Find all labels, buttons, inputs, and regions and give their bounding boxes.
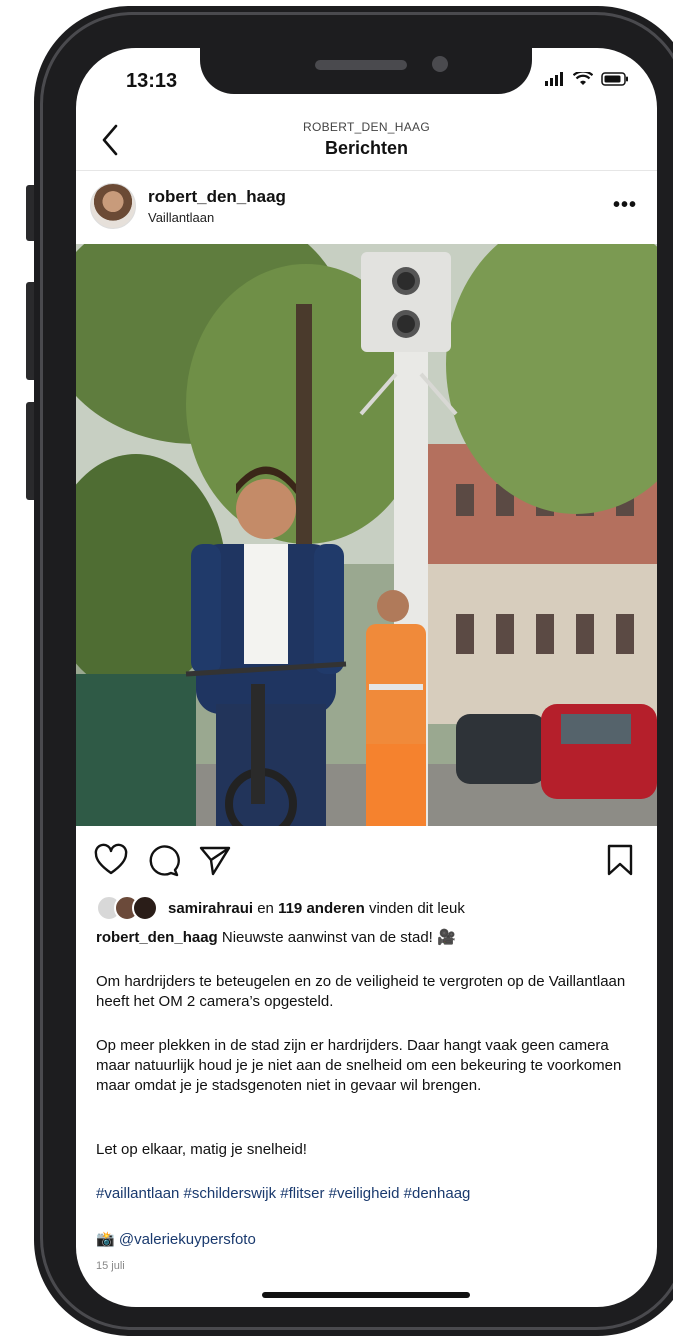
nav-divider — [76, 170, 657, 171]
liker-avatar — [132, 895, 158, 921]
likes-connector: en — [253, 899, 279, 917]
signal-icon — [545, 72, 563, 86]
post-date: 15 juli — [96, 1260, 125, 1272]
speaker-grille — [315, 60, 407, 70]
battery-icon — [601, 72, 628, 86]
likes-count[interactable]: 119 anderen — [278, 900, 365, 917]
post-location[interactable]: Vaillantlaan — [148, 210, 214, 225]
post-username[interactable]: robert_den_haag — [148, 187, 286, 207]
comment-icon[interactable] — [146, 843, 180, 877]
caption-paragraph: Om hardrijders te beteugelen en zo de ve… — [96, 973, 626, 1010]
front-camera — [432, 56, 448, 72]
avatar[interactable] — [90, 183, 136, 229]
ellipsis-icon[interactable]: ••• — [613, 194, 637, 217]
photo-credit: 📸 @valeriekuypersfoto — [96, 1230, 641, 1250]
likes-user[interactable]: samirahraui — [168, 900, 253, 917]
credit-handle[interactable]: @valeriekuypersfoto — [119, 1231, 256, 1248]
nav-title: Berichten — [324, 138, 409, 158]
camera-emoji: 📸 — [96, 1231, 115, 1248]
phone-screen: 13:13 ROBERT_DEN_HAAG Berichten robert_d… — [76, 48, 657, 1307]
status-icons — [545, 72, 629, 86]
post-photo[interactable] — [76, 244, 657, 826]
volume-down-button — [26, 402, 34, 500]
send-icon[interactable] — [198, 843, 232, 877]
notch — [200, 48, 532, 94]
home-indicator[interactable] — [262, 1292, 470, 1298]
photo-illustration — [76, 244, 657, 826]
caption-text: Nieuwste aanwinst van de stad! 🎥 — [217, 929, 456, 946]
volume-up-button — [26, 282, 34, 380]
status-time: 13:13 — [126, 70, 178, 92]
heart-icon[interactable] — [94, 843, 128, 877]
caption-first-line: robert_den_haag Nieuwste aanwinst van de… — [96, 928, 641, 948]
likes-suffix: vinden dit leuk — [364, 899, 465, 917]
hashtags[interactable]: #vaillantlaan #schilderswijk #flitser #v… — [96, 1184, 641, 1204]
post-actions — [94, 843, 232, 877]
mute-switch — [26, 185, 34, 241]
bookmark-icon[interactable] — [605, 843, 635, 877]
likes-row[interactable]: samirahraui en 119 anderen vinden dit le… — [96, 895, 465, 921]
wifi-icon — [573, 72, 593, 85]
caption-paragraph: Let op elkaar, matig je snelheid! — [96, 1141, 307, 1158]
nav-subtitle: ROBERT_DEN_HAAG — [303, 120, 430, 134]
caption-username[interactable]: robert_den_haag — [96, 929, 218, 946]
caption-paragraph: Op meer plekken in de stad zijn er hardr… — [96, 1037, 622, 1094]
